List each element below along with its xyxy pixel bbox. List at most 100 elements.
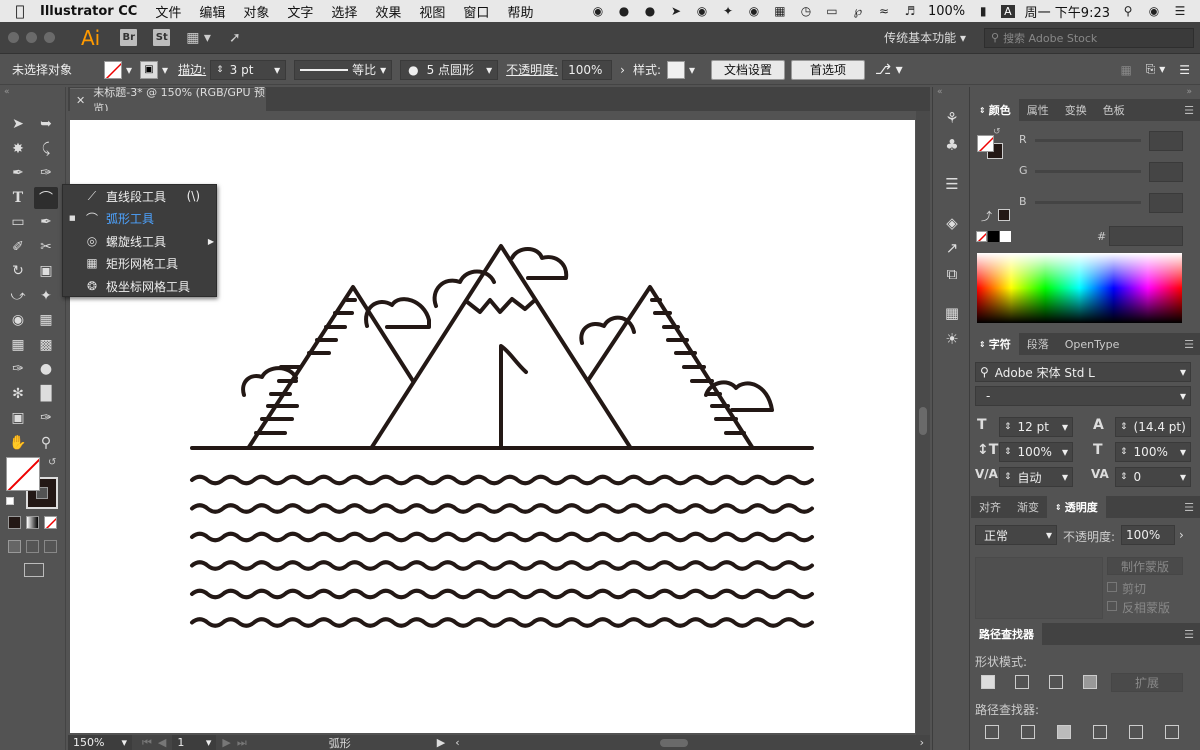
tab-paragraph[interactable]: 段落 (1019, 333, 1057, 355)
align-icon[interactable]: ▦ (1120, 63, 1131, 77)
flyout-line-segment-tool[interactable]: ⟋ 直线段工具 (\) (63, 185, 216, 207)
vertical-scroll-thumb[interactable] (919, 407, 927, 435)
stepper-icon[interactable]: ⇕ (1004, 422, 1012, 432)
flyout-arc-tool[interactable]: ■ ⌒ 弧形工具 (63, 207, 216, 229)
stepper-icon[interactable]: ⇕ (1004, 447, 1012, 457)
unite-icon[interactable] (981, 675, 995, 689)
none-swatch[interactable] (976, 231, 987, 242)
tab-pathfinder[interactable]: 路径查找器 (971, 623, 1042, 645)
layers-panel-icon[interactable]: ◈ (941, 212, 963, 234)
white-swatch[interactable] (1000, 231, 1011, 242)
wave-row[interactable] (190, 503, 814, 514)
tab-transform[interactable]: 变换 (1057, 99, 1095, 121)
chevron-down-icon[interactable]: ▾ (121, 736, 127, 749)
wave-row[interactable] (190, 474, 814, 486)
flyout-rectangular-grid-tool[interactable]: ▦ 矩形网格工具 (63, 252, 216, 274)
outline-icon[interactable] (1129, 725, 1143, 739)
stepper-icon[interactable]: ⇕ (1120, 422, 1128, 432)
chevron-down-icon[interactable]: ▾ (1180, 365, 1186, 379)
font-size-field[interactable]: ⇕ 12 pt ▾ (999, 417, 1073, 437)
blend-mode-select[interactable]: 正常 ▾ (975, 525, 1057, 545)
leading-field[interactable]: ⇕ (14.4 pt) (1115, 417, 1191, 437)
stepper-icon[interactable]: ⇕ (1120, 472, 1128, 482)
b-slider-track[interactable] (1035, 201, 1141, 204)
minus-front-icon[interactable] (1015, 675, 1029, 689)
club-symbol-icon[interactable]: ♣ (941, 134, 963, 156)
stock-search-input[interactable]: ⚲ 搜索 Adobe Stock (984, 27, 1194, 48)
chevron-right-icon[interactable]: › (1179, 528, 1184, 542)
r-slider-track[interactable] (1035, 139, 1141, 142)
black-swatch[interactable] (988, 231, 999, 242)
clock[interactable]: 周一 下午9:23 (1025, 2, 1110, 21)
search-icon[interactable]: ⚲ (1120, 4, 1136, 18)
image-trace-icon[interactable]: ▦ (941, 302, 963, 324)
divide-icon[interactable] (985, 725, 999, 739)
stepper-icon[interactable]: ⇕ (1004, 472, 1012, 482)
wave-row[interactable] (190, 531, 814, 543)
font-style-select[interactable]: - ▾ (975, 386, 1191, 406)
distribute-icon[interactable]: ⎘ ▾ (1146, 62, 1165, 77)
minus-back-icon[interactable] (1165, 725, 1179, 739)
siri-icon[interactable]: ◉ (1146, 4, 1162, 18)
export-icon[interactable]: ↗ (941, 237, 963, 259)
font-family-select[interactable]: ⚲ Adobe 宋体 Std L ▾ (975, 362, 1191, 382)
chevron-down-icon[interactable]: ▾ (1062, 420, 1068, 434)
first-artboard-icon[interactable]: ⏮ (142, 736, 152, 750)
tracking-field[interactable]: ⇕ 0 ▾ (1115, 467, 1191, 487)
tab-opentype[interactable]: OpenType (1057, 333, 1128, 355)
artboards-panel-icon[interactable]: ⧉ (941, 263, 963, 285)
tab-swatches[interactable]: 色板 (1095, 99, 1133, 121)
vertical-scale-field[interactable]: ⇕ 100% ▾ (999, 442, 1073, 462)
hscroll-left-icon[interactable]: ‹ (455, 736, 459, 749)
appearance-panel-icon[interactable]: ☀ (941, 328, 963, 350)
g-slider-track[interactable] (1035, 170, 1141, 173)
r-value-field[interactable] (1149, 131, 1183, 151)
chevron-down-icon[interactable]: ▾ (1180, 389, 1186, 403)
wave-row[interactable] (190, 588, 814, 600)
chevron-down-icon[interactable]: ▾ (206, 736, 212, 749)
wave-row[interactable] (190, 560, 814, 571)
panel-menu-icon[interactable]: ☰ (1184, 104, 1194, 117)
last-artboard-icon[interactable]: ⏭ (237, 736, 247, 750)
zoom-field[interactable]: 150% ▾ (68, 735, 132, 750)
panel-menu-icon[interactable]: ☰ (1184, 338, 1194, 351)
exclude-icon[interactable] (1083, 675, 1097, 689)
next-artboard-icon[interactable]: ▶ (222, 736, 230, 749)
hex-field[interactable] (1109, 226, 1183, 246)
tab-character[interactable]: ⇕ 字符 (971, 333, 1019, 355)
chevron-down-icon[interactable]: ▾ (1180, 445, 1186, 459)
mountain-artwork[interactable] (0, 0, 930, 735)
chevron-down-icon[interactable]: ▾ (1062, 445, 1068, 459)
swap-icon[interactable]: ↺ (993, 127, 1001, 137)
tab-attributes[interactable]: 属性 (1019, 99, 1057, 121)
horizontal-scale-field[interactable]: ⇕ 100% ▾ (1115, 442, 1191, 462)
out-of-gamut-icon[interactable]: ⤴ (981, 208, 992, 224)
flyout-polar-grid-tool[interactable]: ❂ 极坐标网格工具 (63, 275, 216, 297)
list-icon[interactable]: ☰ (1172, 4, 1188, 18)
artboard-number-field[interactable]: 1 ▾ (172, 735, 217, 750)
panel-menu-icon[interactable]: ☰ (1179, 63, 1190, 77)
opacity-field[interactable]: 100% (1121, 525, 1175, 545)
tab-color[interactable]: ⇕ 颜色 (971, 99, 1019, 121)
color-spectrum[interactable] (977, 253, 1182, 323)
tab-align[interactable]: 对齐 (971, 496, 1009, 518)
hscroll-right-icon[interactable]: › (920, 736, 924, 749)
flyout-spiral-tool[interactable]: ◎ 螺旋线工具 ▶ (63, 230, 216, 252)
input-method[interactable]: A (1001, 4, 1015, 18)
expand-button[interactable]: 扩展 (1111, 673, 1183, 692)
symbols-panel-icon[interactable]: ⚘ (941, 107, 963, 129)
tab-transparency[interactable]: ⇕ 透明度 (1047, 496, 1106, 518)
crop-icon[interactable] (1093, 725, 1107, 739)
clip-checkbox[interactable] (1107, 582, 1117, 592)
status-menu-icon[interactable]: ▶ (437, 736, 445, 749)
stepper-icon[interactable]: ⇕ (1120, 447, 1128, 457)
trim-icon[interactable] (1021, 725, 1035, 739)
b-value-field[interactable] (1149, 193, 1183, 213)
panel-menu-icon[interactable]: ☰ (1184, 628, 1194, 641)
kerning-field[interactable]: ⇕ 自动 ▾ (999, 467, 1073, 487)
merge-icon[interactable] (1057, 725, 1071, 739)
wave-row[interactable] (190, 617, 814, 628)
chevron-down-icon[interactable]: ▾ (1046, 528, 1052, 542)
panels-collapse-icon[interactable]: » (1186, 87, 1192, 97)
battery-icon[interactable]: ▮ (975, 4, 991, 18)
